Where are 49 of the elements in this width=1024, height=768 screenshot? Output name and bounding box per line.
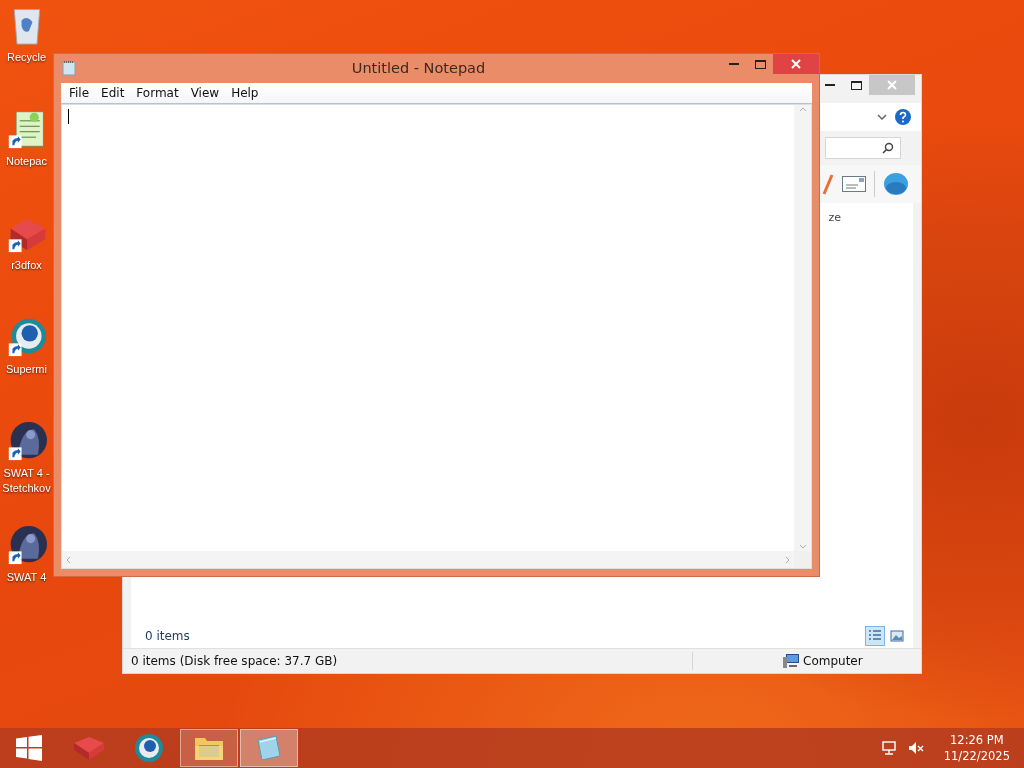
close-icon	[887, 80, 897, 90]
notepad-icon	[62, 60, 76, 76]
scroll-left-icon[interactable]	[66, 555, 71, 564]
column-header[interactable]: ze	[828, 211, 841, 224]
menu-item[interactable]: Help	[225, 84, 265, 102]
game-icon[interactable]	[6, 524, 47, 566]
clock-time[interactable]: 12:26 PM	[950, 732, 1004, 748]
desktop-icon-label[interactable]: r3dfox	[11, 258, 42, 273]
notepad-shortcut-icon[interactable]	[6, 108, 47, 150]
close-button[interactable]	[773, 54, 819, 74]
menu-item[interactable]: View	[184, 84, 226, 102]
muted-speaker-icon[interactable]	[907, 741, 924, 755]
clock-date[interactable]: 11/22/2025	[943, 748, 1010, 764]
view-button[interactable]	[865, 626, 885, 646]
menu-item[interactable]: Edit	[95, 84, 131, 102]
cube-icon	[72, 735, 106, 761]
search-field[interactable]	[825, 137, 901, 159]
notepad-icon	[254, 734, 284, 762]
computer-icon	[783, 654, 799, 668]
scroll-up-icon[interactable]	[798, 107, 807, 112]
desktop-icon-label[interactable]: Supermi	[6, 362, 47, 377]
horizontal-scrollbar[interactable]	[62, 551, 794, 568]
large-icons-view-icon	[890, 630, 904, 642]
items-count: 0 items	[145, 629, 190, 643]
menu-item[interactable]: Format	[130, 84, 185, 102]
window-title: Untitled - Notepad	[350, 59, 487, 76]
details-view-icon	[868, 629, 882, 643]
location-label: Computer	[803, 654, 863, 668]
desktop-icon-label[interactable]: SWAT 4	[6, 570, 47, 585]
search-icon	[882, 142, 894, 154]
maximize-icon[interactable]	[850, 80, 862, 90]
status-text: 0 items (Disk free space: 37.7 GB)	[131, 654, 339, 668]
game-icon[interactable]	[6, 420, 47, 462]
desktop-icon-label[interactable]: SWAT 4 - Stetchkov	[2, 466, 51, 496]
taskbar-button[interactable]	[180, 729, 238, 767]
chevron-down-icon[interactable]	[877, 114, 887, 120]
help-icon[interactable]	[895, 109, 911, 125]
envelope-icon[interactable]	[842, 176, 866, 192]
network-icon[interactable]	[881, 740, 898, 756]
vertical-scrollbar[interactable]	[794, 105, 811, 551]
maximize-icon[interactable]	[754, 59, 766, 69]
desktop-icon-label[interactable]: Notepac	[6, 154, 47, 169]
desktop-icon-label[interactable]: Recycle	[6, 50, 47, 65]
windows-logo-icon	[16, 735, 42, 761]
scroll-right-icon[interactable]	[785, 555, 790, 564]
close-icon	[791, 59, 801, 69]
scrollbar-corner	[794, 551, 811, 568]
menu-item[interactable]: File	[63, 84, 96, 102]
scroll-down-icon[interactable]	[798, 544, 807, 549]
